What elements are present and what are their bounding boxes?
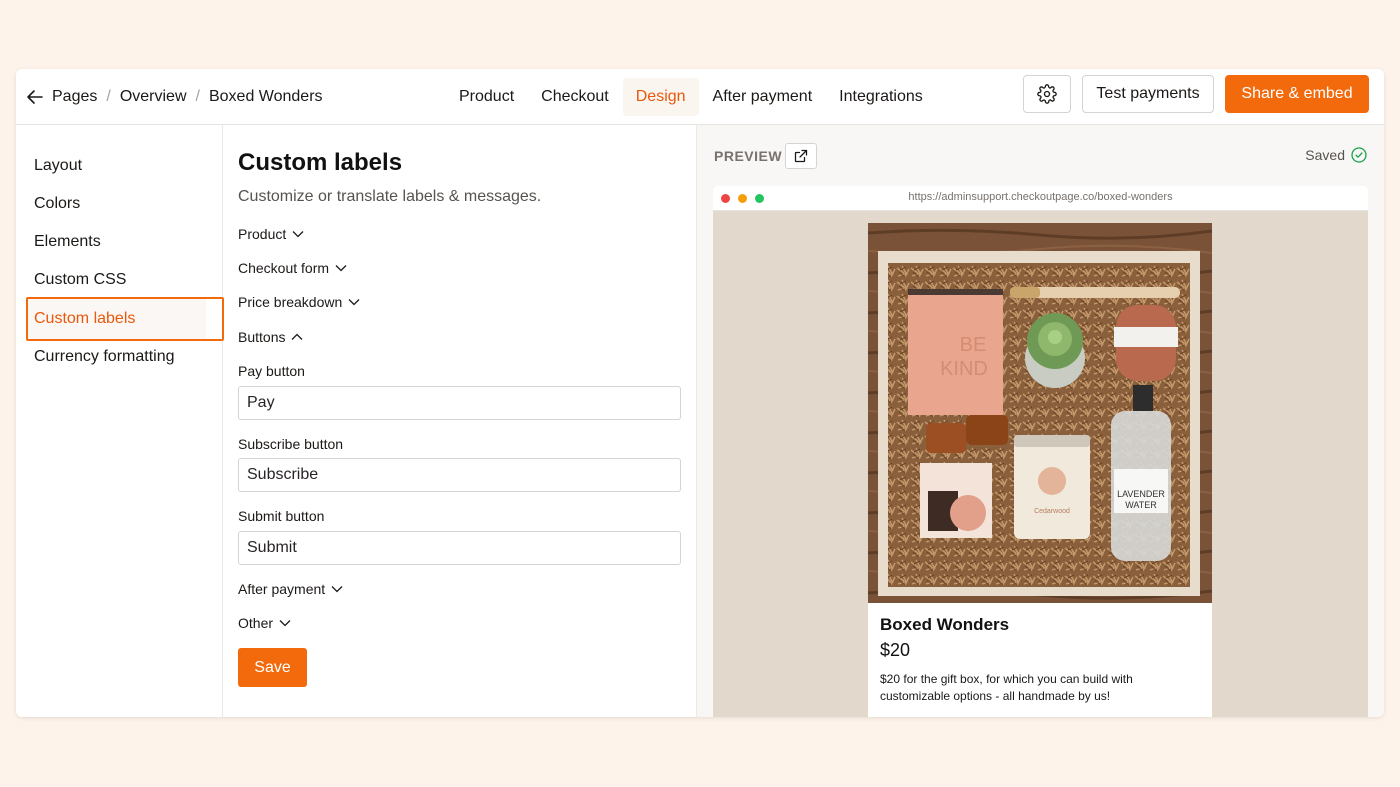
- svg-text:LAVENDER: LAVENDER: [1117, 489, 1165, 499]
- section-other[interactable]: Other: [238, 615, 291, 631]
- svg-text:WATER: WATER: [1125, 500, 1157, 510]
- settings-button[interactable]: [1023, 75, 1071, 113]
- preview-browser: https://adminsupport.checkoutpage.co/box…: [713, 186, 1368, 717]
- chevron-down-icon: [348, 299, 360, 306]
- design-sidebar: Layout Colors Elements Custom CSS Custom…: [16, 125, 224, 717]
- open-preview-button[interactable]: [785, 143, 817, 169]
- preview-panel: PREVIEW Saved https://adminsupport.check…: [697, 125, 1384, 717]
- back-arrow-icon[interactable]: [26, 88, 44, 106]
- section-label: Product: [238, 226, 287, 242]
- submit-button-input[interactable]: [238, 531, 681, 565]
- sidebar-item-custom-labels[interactable]: Custom labels: [34, 300, 135, 338]
- product-image: BE KIND Cedarwood LAVENDER WATER: [868, 223, 1212, 603]
- sidebar-item-elements[interactable]: Elements: [34, 223, 101, 261]
- chevron-down-icon: [331, 586, 343, 593]
- external-link-icon: [794, 149, 808, 163]
- share-embed-button[interactable]: Share & embed: [1225, 75, 1369, 113]
- pay-button-input[interactable]: [238, 386, 681, 420]
- sidebar-item-colors[interactable]: Colors: [34, 185, 80, 223]
- product-name: Boxed Wonders: [880, 615, 1010, 634]
- chevron-down-icon: [335, 265, 347, 272]
- chevron-down-icon: [292, 231, 304, 238]
- sidebar-item-custom-css[interactable]: Custom CSS: [34, 261, 126, 299]
- breadcrumb-pages[interactable]: Pages: [52, 88, 97, 106]
- svg-text:Cedarwood: Cedarwood: [1034, 508, 1070, 515]
- breadcrumb-current: Boxed Wonders: [208, 88, 323, 105]
- section-label: Checkout form: [238, 260, 330, 276]
- section-after-payment[interactable]: After payment: [238, 581, 343, 597]
- svg-text:KIND: KIND: [940, 358, 988, 380]
- breadcrumb-separator: /: [195, 88, 200, 105]
- sidebar-item-layout[interactable]: Layout: [34, 147, 82, 185]
- preview-label: PREVIEW: [714, 148, 783, 164]
- product-description: $20 for the gift box, for which you can …: [880, 672, 1133, 703]
- tab-after-payment[interactable]: After payment: [700, 78, 826, 116]
- section-product[interactable]: Product: [238, 226, 304, 242]
- submit-button-label: Submit button: [238, 508, 325, 524]
- page-title: Custom labels: [238, 149, 403, 176]
- subscribe-button-input[interactable]: [238, 458, 681, 492]
- subscribe-button-label: Subscribe button: [238, 436, 344, 452]
- product-card: Boxed Wonders $20 $20 for the gift box, …: [868, 603, 1212, 717]
- save-status-text: Saved: [1305, 147, 1345, 163]
- app-window: Pages / Overview / Boxed Wonders Product…: [16, 69, 1384, 717]
- tab-design[interactable]: Design: [622, 78, 699, 116]
- browser-bar: https://adminsupport.checkoutpage.co/box…: [713, 186, 1368, 211]
- custom-labels-form: Custom labels Customize or translate lab…: [223, 125, 697, 717]
- tab-product[interactable]: Product: [446, 78, 527, 116]
- breadcrumb-separator: /: [106, 88, 111, 105]
- page-description: Customize or translate labels & messages…: [238, 188, 542, 205]
- tab-checkout[interactable]: Checkout: [528, 78, 622, 116]
- chevron-up-icon: [292, 333, 303, 340]
- section-label: Buttons: [238, 329, 286, 345]
- sidebar-item-currency-formatting[interactable]: Currency formatting: [34, 338, 175, 376]
- section-price-breakdown[interactable]: Price breakdown: [238, 294, 360, 310]
- tab-integrations[interactable]: Integrations: [826, 78, 936, 116]
- save-button[interactable]: Save: [238, 648, 307, 687]
- section-label: After payment: [238, 581, 326, 597]
- svg-text:BE: BE: [960, 334, 987, 356]
- check-circle-icon: [1351, 147, 1367, 163]
- preview-url: https://adminsupport.checkoutpage.co/box…: [908, 191, 1173, 203]
- pay-button-label: Pay button: [238, 363, 305, 379]
- main-nav: Product Checkout Design After payment In…: [446, 69, 937, 125]
- breadcrumb: Pages / Overview / Boxed Wonders: [26, 69, 323, 125]
- section-label: Price breakdown: [238, 294, 343, 310]
- chevron-down-icon: [279, 620, 291, 627]
- gear-icon: [1037, 84, 1057, 104]
- section-checkout-form[interactable]: Checkout form: [238, 260, 347, 276]
- top-bar: Pages / Overview / Boxed Wonders Product…: [16, 69, 1384, 125]
- save-status: Saved: [1305, 147, 1367, 163]
- section-label: Other: [238, 615, 274, 631]
- test-payments-button[interactable]: Test payments: [1082, 75, 1214, 113]
- breadcrumb-overview[interactable]: Overview: [120, 88, 187, 106]
- product-price: $20: [880, 640, 911, 660]
- section-buttons[interactable]: Buttons: [238, 329, 303, 345]
